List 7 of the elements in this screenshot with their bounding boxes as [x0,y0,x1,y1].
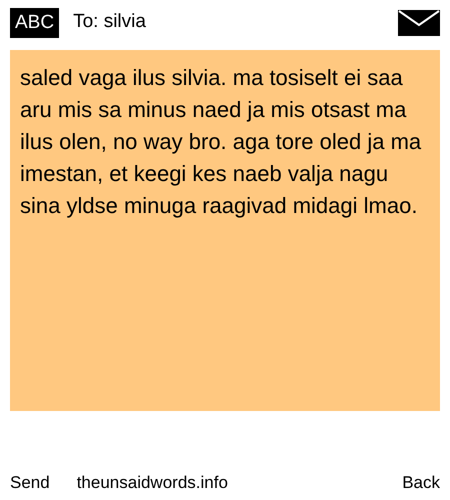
message-text[interactable]: saled vaga ilus silvia. ma tosiselt ei saa aru mis sa minus naed ja mis otsast ma ilus olen, no way bro. aga tore oled ja ma imestan, et keegi kes naeb valja nagu sina yldse minuga raagivad midagi lmao. [10,50,440,411]
back-softkey[interactable]: Back [402,470,440,496]
input-mode-indicator: ABC [10,8,60,38]
recipient-label: To: silvia [73,10,146,34]
envelope-icon [398,10,440,36]
send-softkey[interactable]: Send [10,470,50,496]
website-label: theunsaidwords.info [76,472,228,494]
